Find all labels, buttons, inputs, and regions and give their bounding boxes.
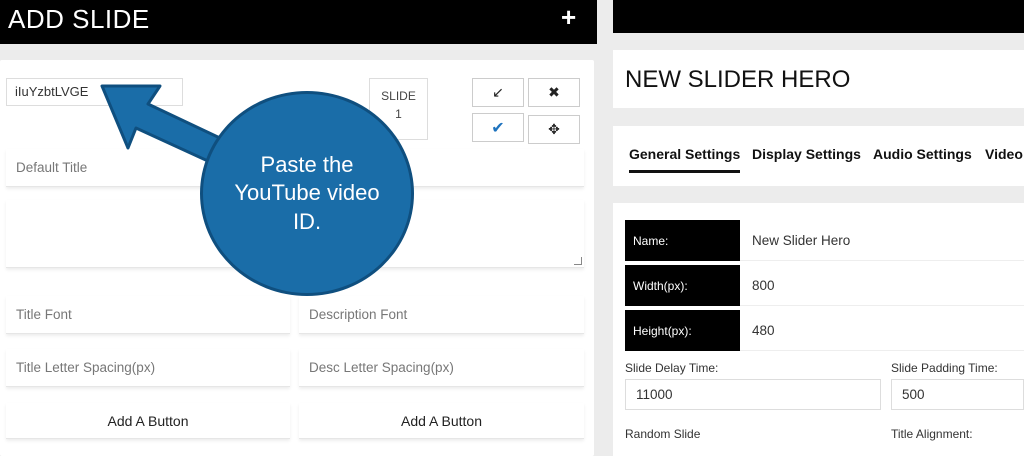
slide-delay-label: Slide Delay Time:	[625, 361, 719, 375]
move-icon: ✥	[548, 121, 560, 137]
desc-letter-spacing-field[interactable]: Desc Letter Spacing(px)	[299, 349, 584, 387]
collapse-icon: ↙	[492, 84, 504, 100]
title-letter-spacing-field[interactable]: Title Letter Spacing(px)	[6, 349, 290, 387]
description-font-field[interactable]: Description Font	[299, 296, 584, 334]
resize-handle[interactable]	[574, 257, 582, 265]
random-slide-label: Random Slide	[625, 427, 701, 441]
slider-title-card: NEW SLIDER HERO	[613, 50, 1024, 108]
enable-checkbox[interactable]: ✔	[472, 113, 524, 142]
check-icon: ✔	[491, 119, 505, 137]
collapse-button[interactable]: ↙	[472, 78, 524, 107]
name-field[interactable]: New Slider Hero	[740, 220, 1024, 261]
delete-button[interactable]: ✖	[528, 78, 580, 107]
callout-bubble: Paste the YouTube video ID.	[200, 91, 414, 296]
tab-audio-settings[interactable]: Audio Settings	[873, 146, 972, 162]
slide-padding-label: Slide Padding Time:	[891, 361, 998, 375]
tab-video[interactable]: Video	[985, 146, 1023, 162]
slide-padding-input[interactable]: 500	[891, 379, 1024, 410]
width-field[interactable]: 800	[740, 265, 1024, 306]
slide-delay-input[interactable]: 11000	[625, 379, 881, 410]
tab-display-settings[interactable]: Display Settings	[752, 146, 861, 162]
title-alignment-label: Title Alignment:	[891, 427, 973, 441]
height-label: Height(px):	[625, 310, 740, 351]
settings-tabs: General Settings Display Settings Audio …	[613, 126, 1024, 186]
height-field[interactable]: 480	[740, 310, 1024, 351]
add-description-button[interactable]: Add A Button	[299, 403, 584, 439]
add-slide-title: ADD SLIDE	[8, 4, 150, 34]
panel-divider	[597, 0, 613, 456]
slide-label: SLIDE	[381, 89, 416, 103]
add-title-button[interactable]: Add A Button	[6, 403, 290, 439]
plus-icon[interactable]: +	[561, 2, 576, 33]
move-button[interactable]: ✥	[528, 115, 580, 144]
add-slide-header: ADD SLIDE +	[0, 0, 597, 44]
close-icon: ✖	[548, 84, 560, 100]
name-label: Name:	[625, 220, 740, 261]
callout-text: Paste the YouTube video ID.	[234, 151, 380, 234]
right-header-bar	[613, 0, 1024, 33]
title-font-field[interactable]: Title Font	[6, 296, 290, 334]
slider-title: NEW SLIDER HERO	[625, 66, 851, 93]
tab-general-settings[interactable]: General Settings	[629, 146, 741, 173]
width-label: Width(px):	[625, 265, 740, 306]
